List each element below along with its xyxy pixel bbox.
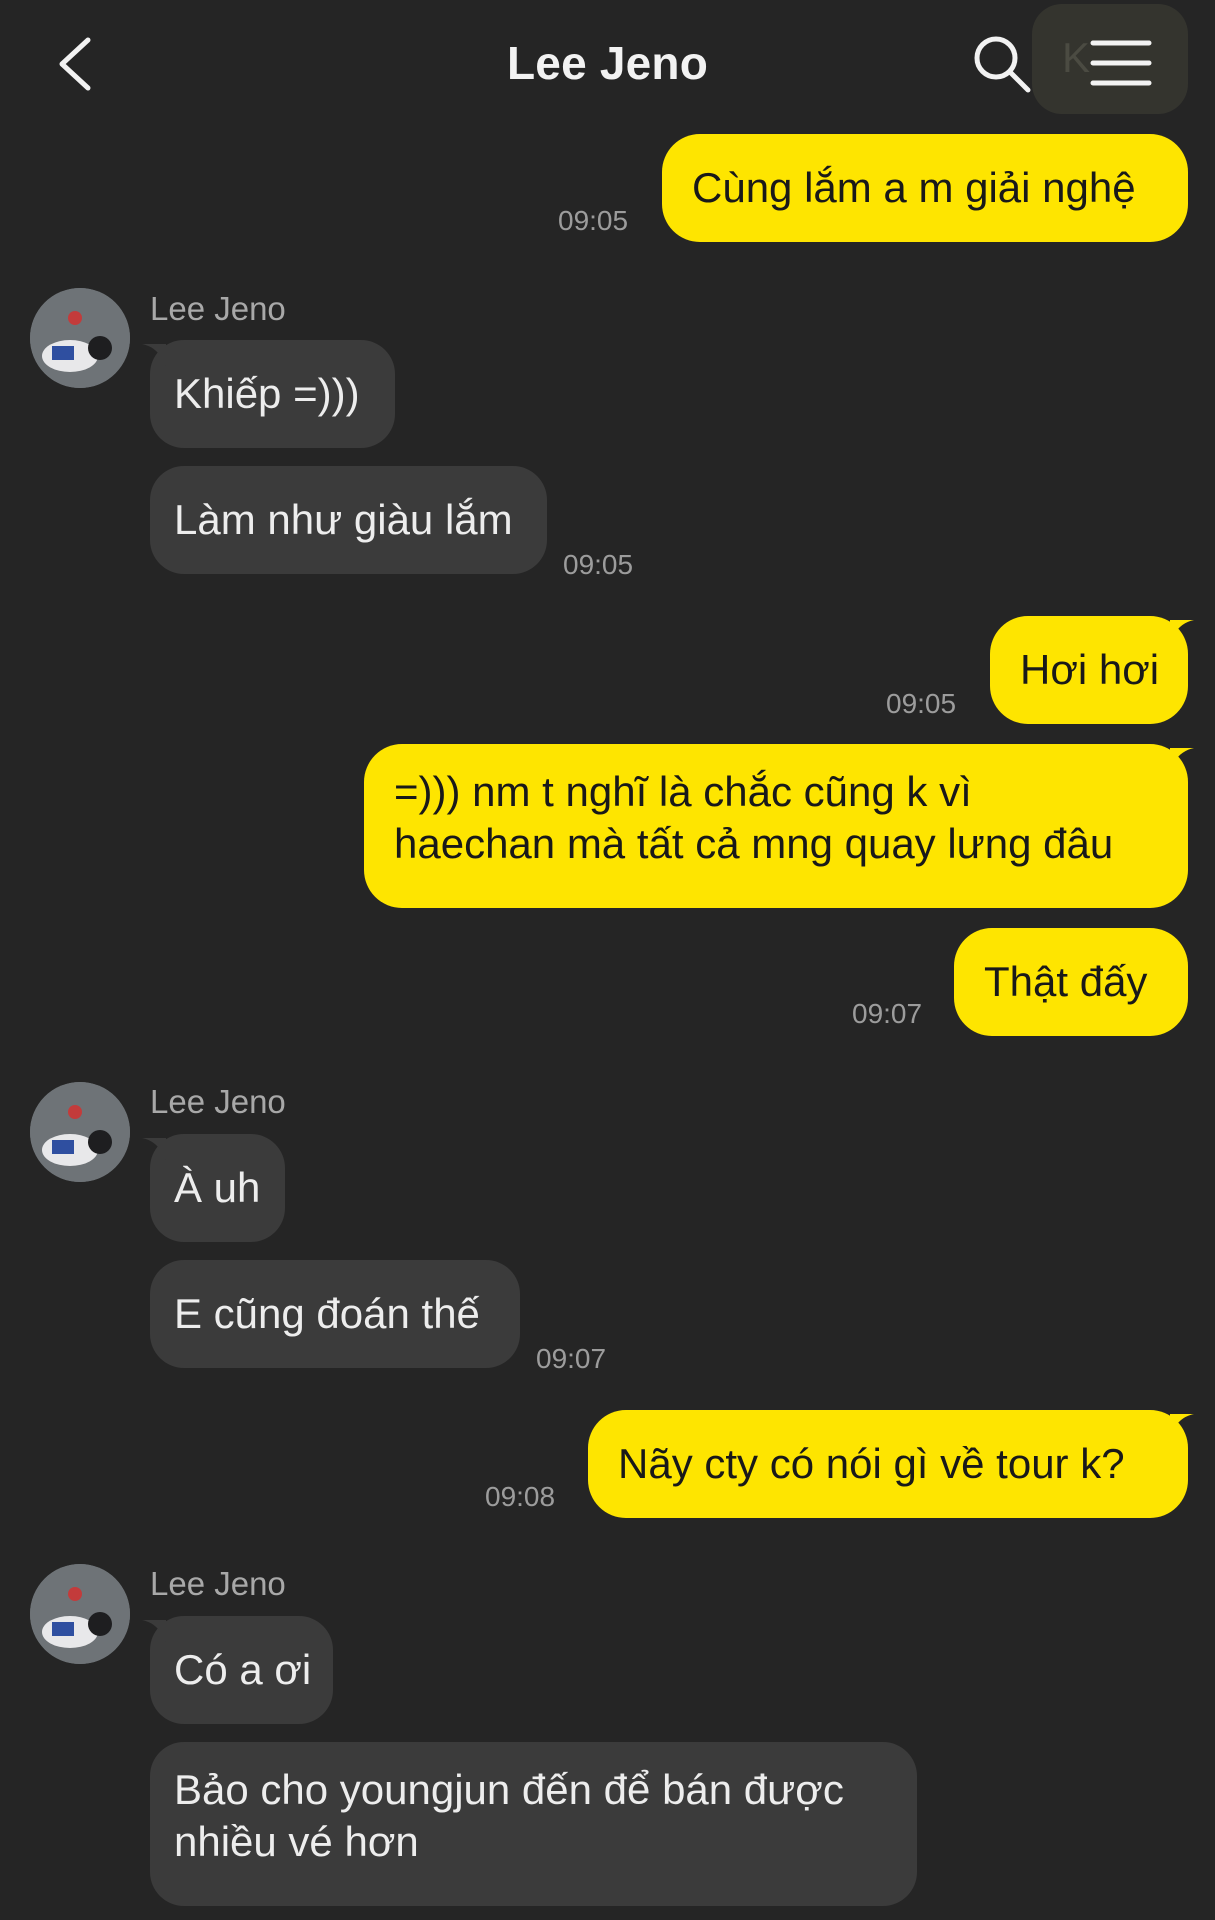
message-text: À uh	[174, 1164, 261, 1211]
message-text: Khiếp =)))	[174, 370, 360, 417]
menu-button[interactable]	[1090, 38, 1152, 88]
message-timestamp: 09:08	[485, 1481, 556, 1512]
message-text: Thật đấy	[984, 958, 1148, 1005]
bubble-tail	[142, 1138, 166, 1160]
message-bubble-sent[interactable]: Nãy cty có nói gì về tour k?	[588, 1410, 1188, 1518]
search-button[interactable]	[970, 32, 1034, 96]
message-timestamp: 09:05	[886, 688, 957, 719]
overlay-text: K	[1062, 34, 1091, 81]
message-bubble-received[interactable]: Làm như giàu lắm	[150, 466, 547, 574]
message-bubble-sent[interactable]: Hơi hơi	[990, 616, 1188, 724]
avatar[interactable]	[30, 1564, 130, 1664]
message-bubble-sent[interactable]: =))) nm t nghĩ là chắc cũng k vì haechan…	[364, 744, 1188, 908]
message-bubble-received[interactable]: Khiếp =)))	[150, 340, 395, 448]
avatar-photo	[30, 288, 130, 388]
bubble-tail	[142, 1620, 166, 1642]
message-text: Hơi hơi	[1020, 646, 1160, 693]
message-bubble-sent[interactable]: Cùng lắm a m giải nghệ	[662, 134, 1188, 242]
hamburger-menu-icon	[1090, 40, 1152, 86]
sender-name: Lee Jeno	[150, 1565, 286, 1602]
message-bubble-sent[interactable]: Thật đấy	[954, 928, 1188, 1036]
message-bubble-received[interactable]: Có a ơi	[150, 1616, 333, 1724]
bubble-tail	[142, 344, 166, 366]
message-timestamp: 09:05	[563, 549, 634, 580]
search-icon	[974, 36, 1031, 93]
message-bubble-received[interactable]: Bảo cho youngjun đến để bán được nhiều v…	[150, 1742, 917, 1906]
bubble-tail	[1170, 1414, 1194, 1436]
avatar[interactable]	[30, 1082, 130, 1182]
message-text: Nãy cty có nói gì về tour k?	[618, 1440, 1125, 1487]
message-text-line: =))) nm t nghĩ là chắc cũng k vì	[394, 768, 972, 815]
message-text-line: nhiều vé hơn	[174, 1818, 419, 1865]
message-text: Cùng lắm a m giải nghệ	[692, 164, 1136, 211]
message-bubble-received[interactable]: À uh	[150, 1134, 285, 1242]
message-bubble-received[interactable]: E cũng đoán thế	[150, 1260, 520, 1368]
message-text: E cũng đoán thế	[174, 1290, 480, 1337]
avatar-photo	[30, 1082, 130, 1182]
avatar-photo	[30, 1564, 130, 1664]
bubble-tail	[1170, 748, 1194, 770]
sender-name: Lee Jeno	[150, 290, 286, 327]
sender-name: Lee Jeno	[150, 1083, 286, 1120]
message-text-line: haechan mà tất cả mng quay lưng đâu	[394, 820, 1114, 867]
message-text-line: Bảo cho youngjun đến để bán được	[174, 1766, 844, 1813]
message-text: Có a ơi	[174, 1646, 312, 1693]
avatar[interactable]	[30, 288, 130, 388]
message-timestamp: 09:05	[558, 205, 629, 236]
message-timestamp: 09:07	[536, 1343, 607, 1374]
message-timestamp: 09:07	[852, 998, 923, 1029]
bubble-tail	[1170, 620, 1194, 642]
message-text: Làm như giàu lắm	[174, 496, 513, 543]
chat-header: Lee Jeno K	[0, 0, 1215, 130]
